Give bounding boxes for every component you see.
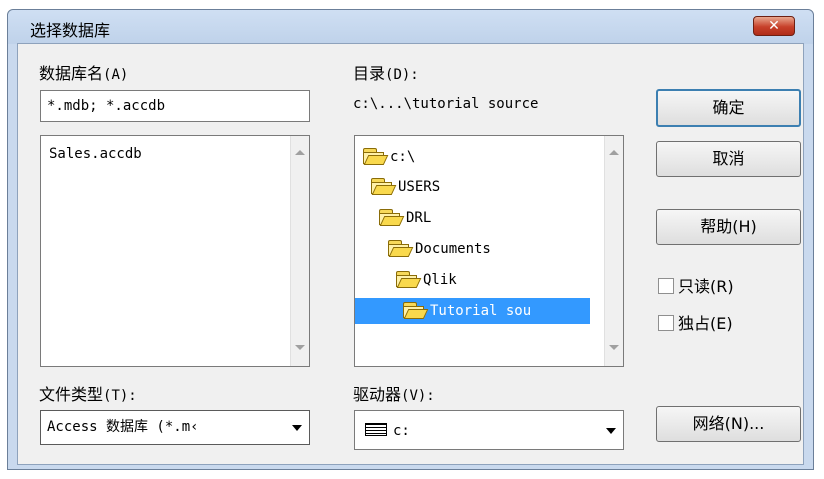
open-folder-icon xyxy=(403,302,429,319)
chevron-down-icon[interactable] xyxy=(606,428,616,434)
dialog-window: 选择数据库 ✕ 数据库名(A) *.mdb; *.accdb Sales.acc… xyxy=(7,9,814,470)
dir-item-label: Documents xyxy=(415,241,491,257)
drive-value-wrap: c: xyxy=(365,411,410,449)
dir-item-documents[interactable]: Documents xyxy=(388,236,491,262)
dir-item-label: c:\ xyxy=(390,149,416,165)
scroll-down-icon[interactable] xyxy=(295,345,305,350)
file-list-item[interactable]: Sales.accdb xyxy=(49,146,142,162)
dir-item-tutorial-source[interactable]: Tutorial sou xyxy=(355,298,590,324)
open-folder-icon xyxy=(371,178,397,195)
readonly-checkbox[interactable]: 只读(R) xyxy=(658,273,734,297)
dialog-title: 选择数据库 xyxy=(30,21,111,40)
dir-item-label: Tutorial sou xyxy=(430,303,532,319)
directory-label-accel: (D): xyxy=(385,67,419,83)
network-button[interactable]: 网络(N)... xyxy=(656,406,801,442)
directory-label: 目录(D): xyxy=(353,60,419,84)
file-type-label-accel: (T): xyxy=(103,388,137,404)
dir-item-label: USERS xyxy=(398,179,441,195)
drive-select[interactable]: c: xyxy=(354,410,624,450)
dir-item-users[interactable]: USERS xyxy=(371,174,440,200)
open-folder-icon xyxy=(396,271,422,288)
dialog-client-area: 数据库名(A) *.mdb; *.accdb Sales.accdb 目录(D)… xyxy=(17,43,804,465)
file-list[interactable]: Sales.accdb xyxy=(40,135,310,367)
open-folder-icon xyxy=(379,209,405,226)
dir-item-root[interactable]: c:\ xyxy=(363,144,415,170)
drive-label-text: 驱动器 xyxy=(353,385,402,404)
directory-label-text: 目录 xyxy=(353,64,386,83)
close-icon: ✕ xyxy=(768,18,780,34)
dir-item-label: DRL xyxy=(406,210,432,226)
checkbox-box[interactable] xyxy=(658,314,674,331)
scroll-up-icon[interactable] xyxy=(609,150,619,155)
close-button[interactable]: ✕ xyxy=(753,16,795,36)
file-type-value: Access 数据库 (*.m‹ xyxy=(47,419,199,435)
drive-icon xyxy=(365,422,387,436)
db-name-label: 数据库名(A) xyxy=(39,60,128,84)
drive-label-accel: (V): xyxy=(401,388,435,404)
file-type-select[interactable]: Access 数据库 (*.m‹ xyxy=(40,410,310,445)
checkbox-box[interactable] xyxy=(658,277,674,294)
chevron-down-icon[interactable] xyxy=(292,425,302,431)
open-folder-icon xyxy=(363,148,389,165)
db-name-label-text: 数据库名 xyxy=(39,64,104,83)
readonly-label: 只读(R) xyxy=(678,277,734,296)
scroll-down-icon[interactable] xyxy=(609,345,619,350)
help-button[interactable]: 帮助(H) xyxy=(656,209,801,245)
directory-scrollbar[interactable] xyxy=(604,136,623,366)
open-folder-icon xyxy=(388,240,414,257)
drive-value: c: xyxy=(393,423,410,439)
file-type-label: 文件类型(T): xyxy=(39,381,137,405)
directory-path: c:\...\tutorial source xyxy=(353,96,539,112)
exclusive-checkbox[interactable]: 独占(E) xyxy=(658,310,733,334)
cancel-button[interactable]: 取消 xyxy=(656,141,801,177)
file-list-scrollbar[interactable] xyxy=(290,136,309,366)
dir-item-drl[interactable]: DRL xyxy=(379,205,431,231)
directory-tree[interactable]: c:\ USERS DRL Documents Qlik Tutorial so… xyxy=(354,135,624,367)
drive-label: 驱动器(V): xyxy=(353,381,435,405)
dir-item-label: Qlik xyxy=(423,272,457,288)
exclusive-label: 独占(E) xyxy=(678,314,733,333)
title-bar[interactable]: 选择数据库 ✕ xyxy=(8,10,813,44)
db-name-input[interactable]: *.mdb; *.accdb xyxy=(40,90,310,122)
db-name-label-accel: (A) xyxy=(103,67,129,83)
scroll-up-icon[interactable] xyxy=(295,150,305,155)
db-name-value: *.mdb; *.accdb xyxy=(47,98,166,114)
dir-item-qlik[interactable]: Qlik xyxy=(396,267,457,293)
ok-button[interactable]: 确定 xyxy=(656,89,801,127)
file-type-label-text: 文件类型 xyxy=(39,385,104,404)
